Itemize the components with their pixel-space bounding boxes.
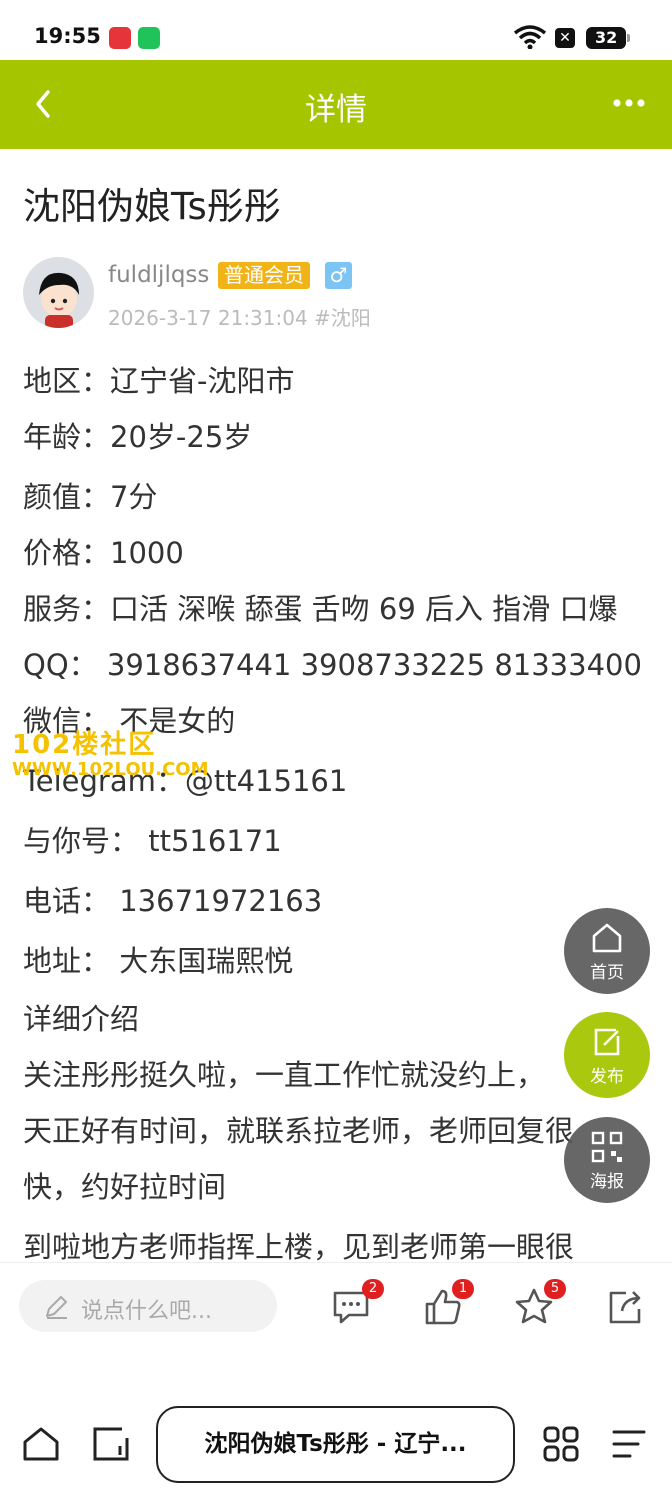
intro-line: 关注彤彤挺久啦，一直工作忙就没约上， xyxy=(23,1058,546,1092)
favorite-count-badge: 5 xyxy=(544,1279,566,1299)
wifi-icon xyxy=(513,25,547,49)
comment-input[interactable]: 说点什么吧... xyxy=(19,1280,277,1332)
address-bar[interactable]: 沈阳伪娘Ts彤彤 - 辽宁... xyxy=(156,1406,515,1483)
post-title: 沈阳伪娘Ts彤彤 xyxy=(23,185,281,228)
music-app-icon xyxy=(109,27,131,49)
like-count-badge: 1 xyxy=(452,1279,474,1299)
edit-icon xyxy=(594,1028,620,1056)
pencil-icon xyxy=(46,1296,67,1319)
qr-code-icon xyxy=(591,1131,623,1163)
intro-heading: 详细介绍 xyxy=(23,1002,140,1036)
poster-float-label: 海报 xyxy=(590,1172,624,1192)
home-float-button[interactable]: 首页 xyxy=(564,908,650,994)
avatar[interactable] xyxy=(23,257,94,328)
intro-line: 快，约好拉时间 xyxy=(23,1170,227,1204)
comment-bar: 说点什么吧... 2 1 5 xyxy=(0,1262,672,1352)
post-timestamp: 2026-3-17 21:31:04 xyxy=(108,306,308,330)
menu-icon[interactable] xyxy=(612,1426,646,1462)
detail-region: 地区：辽宁省-沈阳市 xyxy=(23,364,295,398)
detail-yuni: 与你号： tt516171 xyxy=(23,824,282,858)
detail-looks: 颜值：7分 xyxy=(23,480,158,514)
watermark-title: 102楼社区 xyxy=(12,730,157,760)
home-float-label: 首页 xyxy=(590,963,624,983)
intro-line: 到啦地方老师指挥上楼，见到老师第一眼很 xyxy=(23,1230,575,1264)
more-options-icon[interactable] xyxy=(612,88,646,118)
author-name[interactable]: fuldljlqss xyxy=(108,262,209,288)
detail-age: 年龄：20岁-25岁 xyxy=(23,420,253,454)
detail-price: 价格：1000 xyxy=(23,536,184,570)
site-watermark: 102楼社区 WWW.102LOU.COM xyxy=(12,724,209,780)
avatar-cartoon-icon xyxy=(39,272,79,328)
grid-apps-icon[interactable] xyxy=(542,1426,580,1462)
intro-line: 天正好有时间，就联系拉老师，老师回复很 xyxy=(23,1114,575,1148)
browser-home-icon[interactable] xyxy=(22,1426,60,1462)
store-app-icon xyxy=(138,27,160,49)
comment-placeholder: 说点什么吧... xyxy=(81,1299,212,1324)
app-header: 详情 xyxy=(0,60,672,149)
browser-nav-bar: 沈阳伪娘Ts彤彤 - 辽宁... xyxy=(0,1390,672,1500)
tabs-icon[interactable] xyxy=(92,1426,130,1462)
home-icon xyxy=(592,923,622,953)
detail-qq: QQ： 3918637441 3908733225 81333400 xyxy=(23,648,642,682)
member-badge: 普通会员 xyxy=(218,262,310,289)
share-icon[interactable] xyxy=(606,1287,646,1327)
detail-phone: 电话： 13671972163 xyxy=(23,884,323,918)
comment-count-badge: 2 xyxy=(362,1279,384,1299)
detail-address: 地址： 大东国瑞熙悦 xyxy=(23,944,294,978)
publish-float-button[interactable]: 发布 xyxy=(564,1012,650,1098)
detail-service: 服务：口活 深喉 舔蛋 舌吻 69 后入 指滑 口爆 xyxy=(23,592,618,626)
gender-male-icon: ♂ xyxy=(325,262,352,289)
status-bar: 19:55 ✕ 32 xyxy=(0,0,672,60)
post-tag[interactable]: #沈阳 xyxy=(314,306,371,330)
watermark-url: WWW.102LOU.COM xyxy=(12,759,209,780)
poster-float-button[interactable]: 海报 xyxy=(564,1117,650,1203)
status-time: 19:55 xyxy=(34,24,101,48)
publish-float-label: 发布 xyxy=(590,1067,624,1087)
notification-x-icon: ✕ xyxy=(555,28,575,48)
post-meta: 2026-3-17 21:31:04 #沈阳 xyxy=(108,302,371,331)
page-title: 详情 xyxy=(305,92,367,128)
battery-icon: 32 xyxy=(586,27,630,49)
